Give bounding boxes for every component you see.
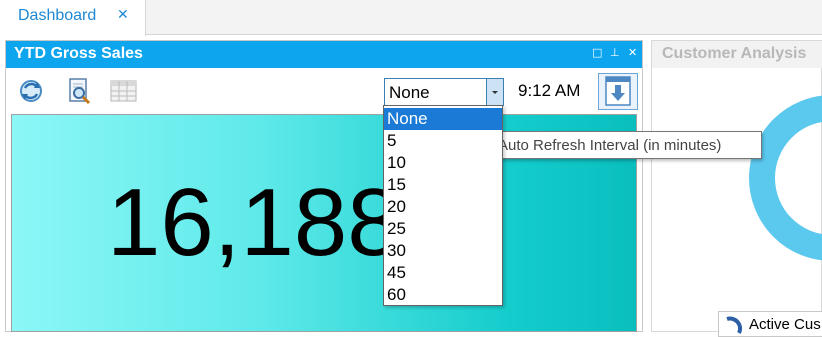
close-icon[interactable]: ✕ — [628, 46, 637, 59]
list-item[interactable]: 30 — [384, 240, 502, 262]
refresh-interval-list[interactable]: None 5 10 15 20 25 30 45 60 — [383, 105, 503, 306]
current-time: 9:12 AM — [518, 81, 581, 100]
legend-arc-icon — [726, 316, 743, 334]
list-item[interactable]: 60 — [384, 284, 502, 306]
donut-ring — [749, 95, 822, 261]
list-item[interactable]: None — [384, 108, 502, 130]
download-arrow-icon — [605, 76, 631, 106]
ytd-gross-sales-panel: YTD Gross Sales □ ⊥ ✕ None 9:12 AM 16,18… — [5, 40, 643, 332]
document-tab-strip: Dashboard ✕ — [0, 0, 822, 36]
tooltip: Auto Refresh Interval (in minutes) — [490, 131, 762, 159]
grid-icon[interactable] — [108, 76, 138, 106]
panel-title: YTD Gross Sales — [14, 45, 143, 62]
chevron-down-icon[interactable] — [486, 79, 503, 105]
list-item[interactable]: 10 — [384, 152, 502, 174]
print-preview-icon[interactable] — [64, 76, 94, 106]
customer-analysis-panel: Customer Analysis Active Cus — [651, 40, 822, 337]
side-panel-title: Customer Analysis — [662, 45, 807, 62]
close-icon[interactable]: ✕ — [117, 7, 129, 23]
list-item[interactable]: 45 — [384, 262, 502, 284]
list-item[interactable]: 20 — [384, 196, 502, 218]
list-item[interactable]: 5 — [384, 130, 502, 152]
dropdown-selected-value: None — [389, 83, 430, 102]
pin-icon[interactable]: ⊥ — [610, 46, 620, 59]
tab-dashboard-label: Dashboard — [18, 7, 97, 24]
panel-header: YTD Gross Sales □ ⊥ ✕ — [6, 41, 642, 68]
refresh-now-button[interactable] — [598, 73, 638, 110]
side-panel-header: Customer Analysis — [652, 41, 822, 68]
refresh-icon[interactable] — [16, 76, 46, 106]
maximize-icon[interactable]: □ — [592, 46, 602, 59]
legend-label: Active Cus — [749, 316, 821, 333]
donut-chart — [749, 95, 822, 261]
tab-dashboard[interactable]: Dashboard ✕ — [0, 0, 146, 36]
chart-legend: Active Cus — [718, 311, 822, 337]
refresh-interval-dropdown[interactable]: None — [384, 78, 504, 106]
list-item[interactable]: 15 — [384, 174, 502, 196]
list-item[interactable]: 25 — [384, 218, 502, 240]
tooltip-text: Auto Refresh Interval (in minutes) — [498, 137, 722, 154]
